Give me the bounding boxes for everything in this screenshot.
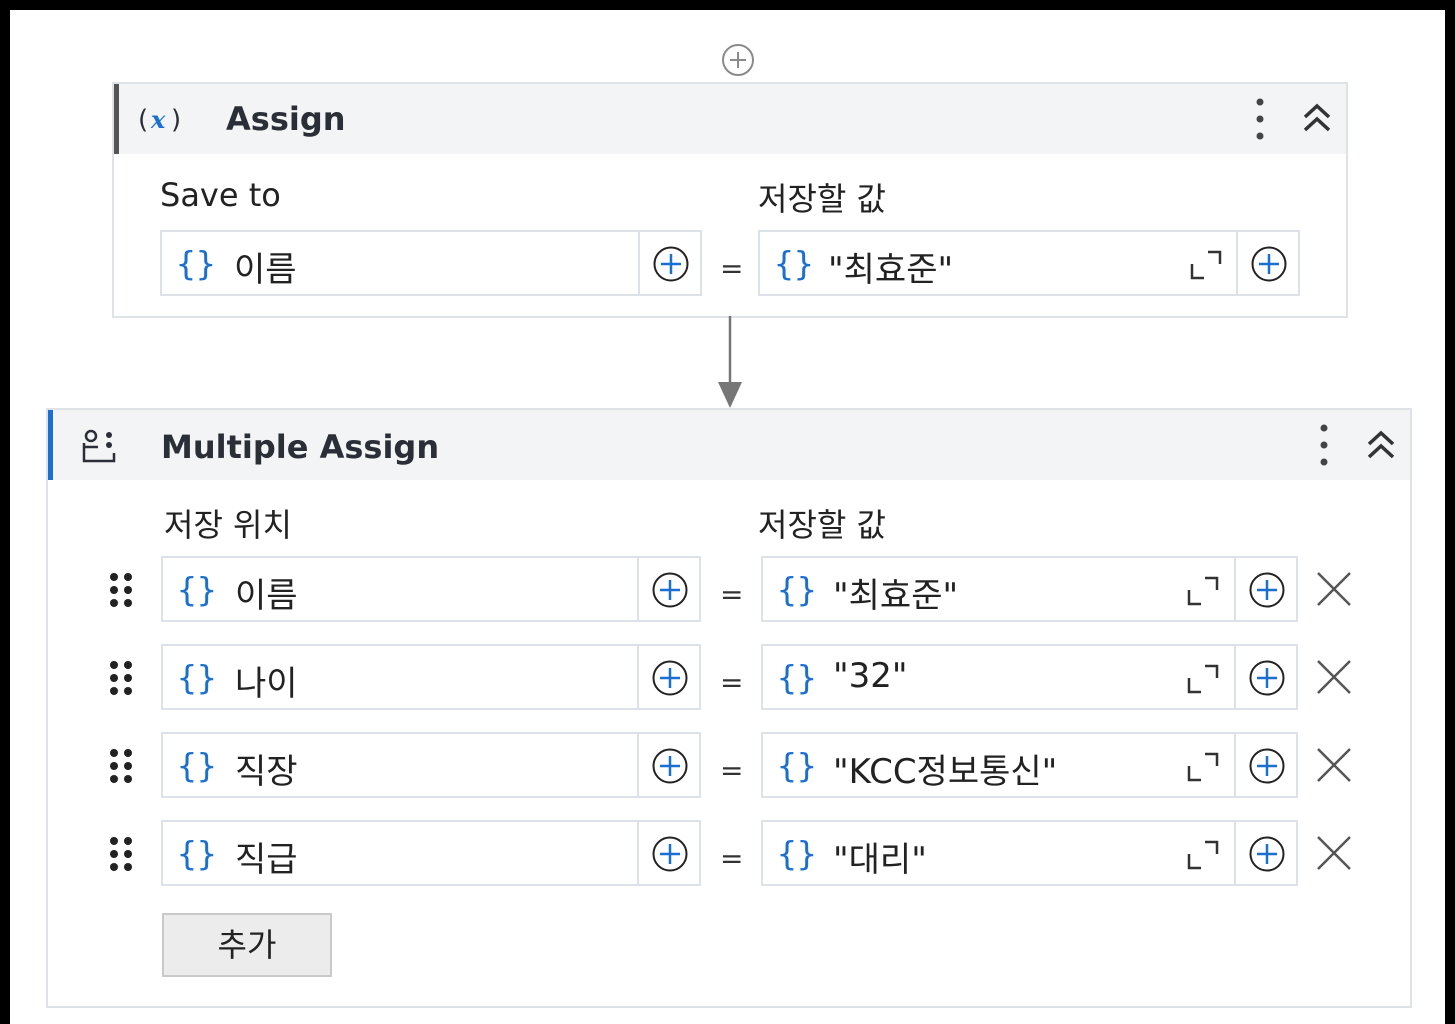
plus-circle-icon[interactable] (651, 835, 689, 873)
expand-icon[interactable] (1187, 576, 1219, 606)
drag-handle-icon[interactable] (108, 572, 136, 608)
assign-to-field[interactable]: {} 이름 (160, 230, 702, 296)
multiple-assign-header[interactable]: Multiple Assign (48, 410, 1410, 480)
close-icon[interactable] (1314, 569, 1354, 609)
expand-icon[interactable] (1190, 250, 1222, 280)
svg-text:): ) (171, 105, 181, 134)
assign-to-value[interactable]: 이름 (235, 568, 298, 617)
equals-sign: = (720, 666, 744, 699)
brace-icon: {} (777, 834, 817, 873)
close-icon[interactable] (1314, 657, 1354, 697)
close-icon[interactable] (1314, 745, 1354, 785)
brace-icon: {} (177, 658, 217, 697)
assign-value-field[interactable]: {} "32" (761, 644, 1298, 710)
assign-value-text[interactable]: "최효준" (833, 568, 958, 617)
svg-text:x: x (150, 105, 166, 134)
brace-icon: {} (177, 746, 217, 785)
assign-value-text[interactable]: "최효준" (828, 242, 953, 291)
multiple-assign-activity[interactable]: Multiple Assign 저장 위치 저장할 값 {} 이름 = {} "… (46, 408, 1412, 1008)
multiple-assign-icon (82, 429, 116, 463)
assign-title: Assign (226, 100, 346, 138)
assign-activity[interactable]: ( x ) Assign Save to 저장할 값 {} 이름 = {} "최… (112, 82, 1348, 318)
brace-icon: {} (777, 658, 817, 697)
plus-circle-icon[interactable] (651, 659, 689, 697)
assign-to-value[interactable]: 직급 (235, 832, 298, 881)
assign-value-field[interactable]: {} "KCC정보통신" (761, 732, 1298, 798)
assign-header-bar (114, 84, 119, 154)
equals-sign: = (720, 842, 744, 875)
multiple-assign-title: Multiple Assign (161, 428, 440, 466)
assign-value-text[interactable]: "대리" (833, 832, 927, 881)
to-column-label: 저장 위치 (164, 506, 292, 544)
assign-value-text[interactable]: "32" (833, 656, 908, 696)
brace-icon: {} (777, 746, 817, 785)
equals-sign: = (720, 252, 744, 285)
designer-canvas: ( x ) Assign Save to 저장할 값 {} 이름 = {} "최… (10, 10, 1445, 1024)
assign-to-field[interactable]: {} 직급 (161, 820, 701, 886)
plus-circle-icon[interactable] (651, 571, 689, 609)
assign-to-field[interactable]: {} 이름 (161, 556, 701, 622)
collapse-icon[interactable] (1300, 101, 1334, 135)
add-assignment-button[interactable]: 추가 (162, 913, 332, 977)
plus-circle-icon[interactable] (652, 245, 690, 283)
assign-to-value[interactable]: 나이 (235, 656, 298, 705)
assign-value-field[interactable]: {} "최효준" (761, 556, 1298, 622)
assign-to-value[interactable]: 직장 (235, 744, 298, 793)
assign-value-text[interactable]: "KCC정보통신" (833, 744, 1057, 793)
plus-circle-icon[interactable] (1248, 835, 1286, 873)
plus-circle-icon[interactable] (1248, 747, 1286, 785)
more-vertical-icon[interactable] (1253, 96, 1267, 142)
save-to-label: Save to (160, 176, 281, 214)
add-activity-icon[interactable] (721, 43, 755, 77)
assign-value-field[interactable]: {} "최효준" (758, 230, 1300, 296)
assign-to-field[interactable]: {} 직장 (161, 732, 701, 798)
assign-header[interactable]: ( x ) Assign (114, 84, 1346, 154)
close-icon[interactable] (1314, 833, 1354, 873)
assign-to-value[interactable]: 이름 (234, 242, 297, 291)
plus-circle-icon[interactable] (651, 747, 689, 785)
brace-icon: {} (177, 834, 217, 873)
equals-sign: = (720, 754, 744, 787)
drag-handle-icon[interactable] (108, 748, 136, 784)
equals-sign: = (720, 578, 744, 611)
assign-value-label: 저장할 값 (758, 180, 886, 218)
plus-circle-icon[interactable] (1248, 659, 1286, 697)
arrow-down-icon (718, 316, 742, 408)
collapse-icon[interactable] (1364, 428, 1398, 462)
multiple-assign-header-bar (48, 410, 53, 480)
variable-icon: ( x ) (138, 105, 181, 134)
brace-icon: {} (177, 570, 217, 609)
brace-icon: {} (176, 244, 216, 283)
assign-value-field[interactable]: {} "대리" (761, 820, 1298, 886)
plus-circle-icon[interactable] (1248, 571, 1286, 609)
expand-icon[interactable] (1187, 840, 1219, 870)
brace-icon: {} (774, 244, 814, 283)
drag-handle-icon[interactable] (108, 660, 136, 696)
more-vertical-icon[interactable] (1317, 422, 1331, 468)
drag-handle-icon[interactable] (108, 836, 136, 872)
assign-to-field[interactable]: {} 나이 (161, 644, 701, 710)
expand-icon[interactable] (1187, 752, 1219, 782)
brace-icon: {} (777, 570, 817, 609)
value-column-label: 저장할 값 (758, 506, 886, 544)
plus-circle-icon[interactable] (1250, 245, 1288, 283)
expand-icon[interactable] (1187, 664, 1219, 694)
svg-text:(: ( (138, 105, 148, 134)
